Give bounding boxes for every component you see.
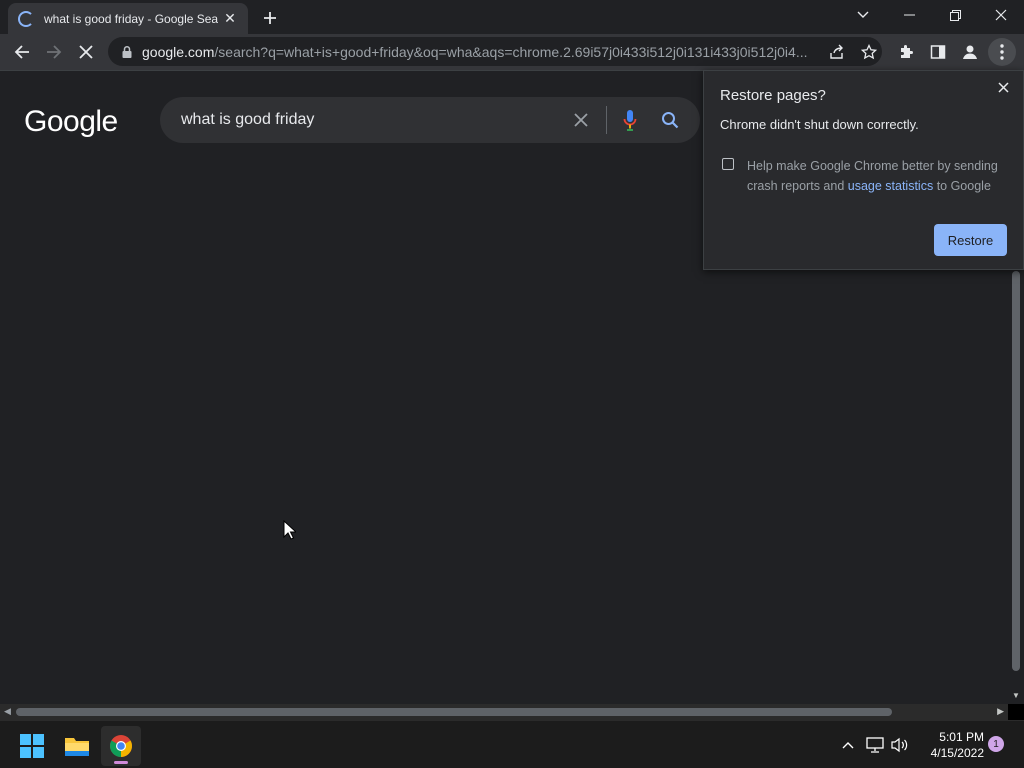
extensions-button[interactable]	[892, 38, 920, 66]
search-button[interactable]	[658, 108, 682, 132]
url-path: /search?q=what+is+good+friday&oq=wha&aqs…	[214, 43, 808, 60]
scroll-left-arrow-icon[interactable]: ◀	[4, 706, 11, 717]
minimize-button[interactable]	[886, 0, 932, 30]
search-input[interactable]	[181, 111, 561, 129]
google-logo[interactable]: Google	[24, 105, 118, 139]
chrome-icon	[110, 735, 132, 757]
clock-time: 5:01 PM	[939, 730, 984, 744]
arrow-left-icon	[14, 45, 29, 59]
loading-spinner-icon	[18, 10, 34, 27]
scroll-down-arrow-icon[interactable]: ▼	[1012, 691, 1020, 700]
voice-search-button[interactable]	[618, 108, 642, 132]
active-app-indicator	[114, 761, 128, 764]
close-icon	[997, 81, 1009, 93]
vertical-scroll-thumb[interactable]	[1012, 271, 1020, 671]
search-divider	[606, 106, 607, 134]
url-text: google.com/search?q=what+is+good+friday&…	[142, 44, 817, 60]
back-button[interactable]	[8, 38, 36, 66]
url-host: google.com	[142, 43, 215, 60]
start-button[interactable]	[12, 726, 52, 766]
share-button[interactable]	[825, 40, 849, 64]
restore-button[interactable]: Restore	[934, 224, 1007, 256]
crash-report-text-end: to Google	[933, 179, 991, 193]
horizontal-scroll-thumb[interactable]	[16, 708, 892, 716]
profile-button[interactable]	[956, 38, 984, 66]
stop-icon	[79, 45, 93, 59]
tab-strip: what is good friday - Google Search ✕	[0, 0, 1024, 34]
volume-button[interactable]	[890, 735, 910, 755]
tab-close-icon[interactable]: ✕	[222, 10, 238, 27]
usage-statistics-link[interactable]: usage statistics	[848, 179, 933, 193]
dialog-title: Restore pages?	[720, 87, 826, 104]
file-explorer-button[interactable]	[57, 726, 97, 766]
restore-window-button[interactable]	[932, 0, 978, 30]
search-icon	[662, 112, 679, 129]
folder-icon	[65, 738, 89, 756]
close-icon	[574, 113, 588, 127]
network-button[interactable]	[865, 735, 885, 755]
crash-report-checkbox[interactable]	[722, 158, 734, 170]
speaker-icon	[891, 737, 908, 753]
new-tab-button[interactable]	[258, 6, 282, 30]
chevron-up-icon	[842, 742, 854, 749]
network-icon	[866, 737, 884, 753]
clear-search-button[interactable]	[569, 108, 593, 132]
kebab-menu-icon	[1000, 44, 1004, 60]
scrollbar-corner	[1008, 704, 1024, 720]
forward-button[interactable]	[40, 38, 68, 66]
puzzle-icon	[901, 45, 913, 58]
dialog-close-button[interactable]	[993, 77, 1013, 97]
arrow-right-icon	[47, 45, 62, 59]
tab-title: what is good friday - Google Search	[44, 11, 218, 26]
bookmark-button[interactable]	[857, 40, 881, 64]
windows-taskbar: 5:01 PM 4/15/2022 1	[0, 720, 1024, 768]
show-hidden-icons-button[interactable]	[838, 735, 858, 755]
crash-report-label: Help make Google Chrome better by sendin…	[747, 156, 1005, 196]
restore-window-icon	[949, 9, 961, 21]
share-icon	[830, 44, 843, 59]
tab-search-button[interactable]	[840, 0, 886, 30]
minimize-icon	[903, 14, 915, 16]
chrome-menu-button[interactable]	[988, 38, 1016, 66]
chrome-taskbar-button[interactable]	[101, 726, 141, 766]
close-window-button[interactable]	[978, 0, 1024, 30]
side-panel-icon	[930, 45, 946, 59]
microphone-icon	[623, 110, 637, 131]
close-icon	[995, 9, 1007, 21]
dialog-message: Chrome didn't shut down correctly.	[720, 117, 919, 132]
horizontal-scrollbar[interactable]: ◀ ▶	[0, 704, 1008, 720]
mouse-cursor-icon	[283, 520, 296, 540]
address-bar[interactable]: google.com/search?q=what+is+good+friday&…	[108, 37, 882, 66]
taskbar-clock[interactable]: 5:01 PM 4/15/2022	[918, 729, 984, 761]
windows-logo-icon	[20, 734, 44, 758]
search-box[interactable]	[160, 97, 700, 143]
plus-icon	[264, 12, 276, 24]
scroll-right-arrow-icon[interactable]: ▶	[997, 706, 1004, 717]
notification-badge[interactable]: 1	[988, 736, 1004, 752]
avatar-icon	[963, 45, 977, 59]
browser-toolbar: google.com/search?q=what+is+good+friday&…	[0, 34, 1024, 71]
clock-date: 4/15/2022	[930, 746, 984, 760]
star-icon	[861, 43, 877, 59]
stop-loading-button[interactable]	[72, 38, 100, 66]
tab-google-search[interactable]: what is good friday - Google Search ✕	[8, 3, 248, 34]
lock-icon	[122, 45, 132, 58]
chevron-down-icon	[857, 11, 869, 18]
restore-pages-dialog: Restore pages? Chrome didn't shut down c…	[703, 70, 1024, 270]
side-panel-button[interactable]	[924, 38, 952, 66]
